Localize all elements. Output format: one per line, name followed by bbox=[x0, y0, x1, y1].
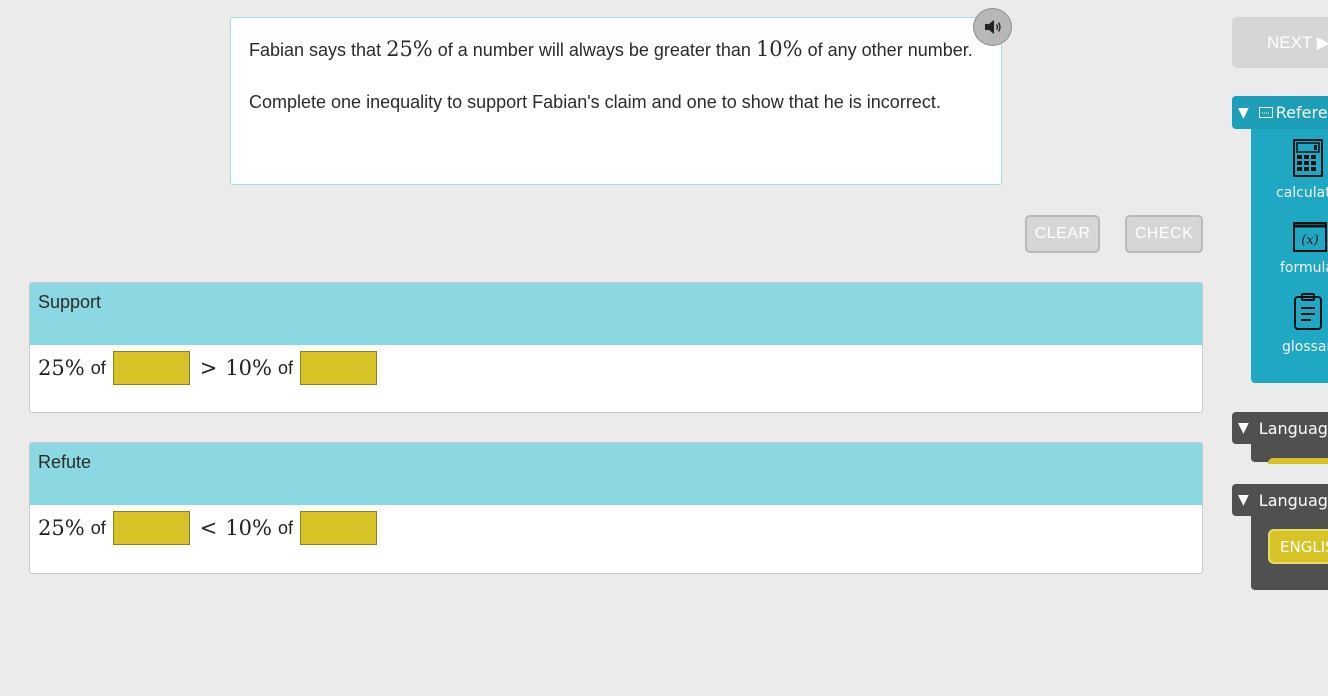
caret-down-icon: ▼ bbox=[1238, 104, 1249, 121]
glossary-label: glossar bbox=[1282, 339, 1328, 355]
next-button[interactable]: NEXT ▶ bbox=[1232, 17, 1328, 68]
refute-right-percent: 10% bbox=[225, 516, 272, 540]
clear-button[interactable]: CLEAR bbox=[1025, 215, 1100, 253]
formula-label: formula bbox=[1280, 260, 1328, 276]
language-label-1: Language bbox=[1258, 418, 1328, 438]
language-toggle-1[interactable]: ▼ Language bbox=[1232, 412, 1328, 444]
audio-button[interactable] bbox=[973, 8, 1012, 46]
language-label-2: Language bbox=[1258, 490, 1328, 510]
refute-of-label-2: of bbox=[278, 517, 294, 538]
refute-drop-box-2[interactable] bbox=[300, 511, 378, 545]
prompt-percent-a: 25% bbox=[386, 37, 433, 61]
refute-left-percent: 25% bbox=[38, 516, 85, 540]
refute-drop-box-1[interactable] bbox=[112, 511, 190, 545]
prompt-text: of a number will always be greater than bbox=[432, 40, 756, 60]
prompt-percent-b: 10% bbox=[755, 37, 803, 61]
caret-down-icon: ▼ bbox=[1238, 420, 1249, 436]
support-right-percent: 10% bbox=[225, 356, 272, 380]
reference-label: Refere bbox=[1275, 103, 1328, 122]
check-button[interactable]: CHECK bbox=[1125, 215, 1203, 253]
language-toggle-2[interactable]: ▼ Language bbox=[1232, 484, 1328, 516]
reference-toggle[interactable]: ▼ Refere bbox=[1232, 96, 1328, 129]
reference-icon bbox=[1258, 107, 1273, 118]
glossary-icon bbox=[1294, 293, 1322, 330]
svg-text:(x): (x) bbox=[1301, 233, 1318, 248]
speaker-icon bbox=[984, 20, 1001, 34]
calculator-label: calculat bbox=[1276, 185, 1328, 201]
support-left-percent: 25% bbox=[38, 356, 85, 380]
support-of-label-2: of bbox=[278, 357, 294, 378]
caret-down-icon: ▼ bbox=[1238, 492, 1249, 508]
support-drop-box-1[interactable] bbox=[112, 351, 190, 385]
refute-header: Refute bbox=[30, 443, 1202, 505]
support-header: Support bbox=[30, 283, 1202, 345]
calculator-icon bbox=[1293, 139, 1323, 177]
prompt-line-2: Complete one inequality to support Fabia… bbox=[249, 92, 941, 112]
refute-relation: < bbox=[199, 516, 218, 540]
refute-of-label: of bbox=[90, 517, 106, 538]
support-of-label: of bbox=[90, 357, 106, 378]
refute-inequality: 25% of < 10% of bbox=[30, 505, 1202, 551]
refute-panel: Refute 25% of < 10% of bbox=[29, 442, 1203, 574]
language-button-partial[interactable] bbox=[1268, 458, 1328, 464]
reference-panel: calculat (x) formula glossar bbox=[1251, 112, 1328, 383]
support-panel: Support 25% of > 10% of bbox=[29, 282, 1203, 413]
english-button[interactable]: ENGLIS bbox=[1268, 529, 1328, 564]
prompt-text: of any other number. bbox=[802, 40, 973, 60]
formula-icon: (x) bbox=[1293, 222, 1327, 252]
prompt-line-1: Fabian says that 25% of a number will al… bbox=[249, 36, 983, 63]
support-relation: > bbox=[199, 356, 218, 380]
prompt-text: Fabian says that bbox=[249, 40, 387, 60]
support-inequality: 25% of > 10% of bbox=[30, 345, 1202, 391]
prompt-card: Fabian says that 25% of a number will al… bbox=[230, 17, 1002, 185]
support-drop-box-2[interactable] bbox=[300, 351, 378, 385]
